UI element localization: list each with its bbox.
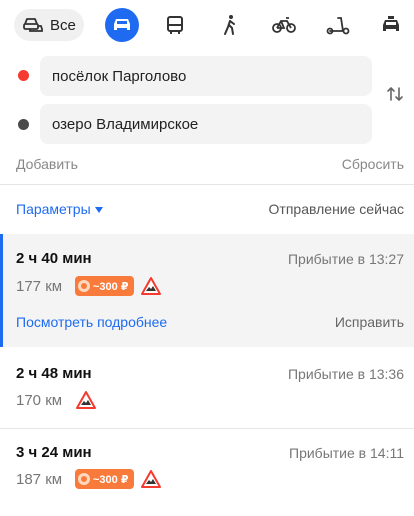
mode-all-label: Все bbox=[50, 16, 76, 34]
swap-button[interactable] bbox=[384, 84, 406, 108]
params-dropdown[interactable]: Параметры bbox=[16, 201, 103, 217]
mode-walk-button[interactable] bbox=[213, 9, 247, 41]
add-waypoint-button[interactable]: Добавить bbox=[16, 156, 78, 172]
route-card-3[interactable]: 3 ч 24 мин Прибытие в 14:11 187 км ~300 … bbox=[0, 429, 414, 516]
walk-icon bbox=[222, 14, 238, 36]
route-card-2[interactable]: 2 ч 48 мин Прибытие в 13:36 170 км bbox=[0, 348, 414, 428]
route-badges bbox=[75, 390, 97, 410]
to-input[interactable] bbox=[40, 104, 372, 144]
end-point-dot bbox=[18, 119, 29, 130]
route-arrival: Прибытие в 13:27 bbox=[287, 251, 404, 267]
route-badges: ~300 ₽ bbox=[75, 469, 162, 489]
toll-price: ~300 ₽ bbox=[93, 280, 129, 293]
transport-mode-bar: Все bbox=[0, 0, 414, 50]
departure-time-button[interactable]: Отправление сейчас bbox=[269, 201, 404, 217]
road-warning-icon bbox=[140, 276, 162, 296]
route-card-1[interactable]: 2 ч 40 мин Прибытие в 13:27 177 км ~300 … bbox=[0, 234, 414, 347]
caret-down-icon bbox=[94, 207, 103, 213]
divider bbox=[0, 184, 414, 185]
mode-scooter-button[interactable] bbox=[321, 9, 355, 41]
route-distance: 170 км bbox=[16, 392, 63, 409]
road-warning-icon bbox=[75, 390, 97, 410]
params-label: Параметры bbox=[16, 201, 91, 217]
report-issue-link[interactable]: Исправить bbox=[335, 314, 404, 330]
road-warning-icon bbox=[140, 469, 162, 489]
reset-button[interactable]: Сбросить bbox=[342, 156, 404, 172]
car-icon bbox=[112, 17, 132, 33]
route-distance: 187 км bbox=[16, 471, 63, 488]
bike-icon bbox=[272, 16, 296, 34]
route-duration: 3 ч 24 мин bbox=[16, 444, 92, 461]
view-details-link[interactable]: Посмотреть подробнее bbox=[16, 314, 167, 330]
taxi-icon bbox=[381, 16, 401, 34]
route-duration: 2 ч 40 мин bbox=[16, 250, 92, 267]
from-input[interactable] bbox=[40, 56, 372, 96]
start-point-dot bbox=[18, 70, 29, 81]
coin-icon bbox=[78, 280, 90, 292]
route-duration: 2 ч 48 мин bbox=[16, 365, 92, 382]
coin-icon bbox=[78, 473, 90, 485]
mode-bus-button[interactable] bbox=[158, 9, 192, 41]
scooter-icon bbox=[326, 15, 350, 35]
swap-arrows-icon bbox=[386, 85, 404, 108]
route-distance: 177 км bbox=[16, 278, 63, 295]
route-arrival: Прибытие в 13:36 bbox=[287, 366, 404, 382]
route-badges: ~300 ₽ bbox=[75, 276, 162, 296]
bus-icon bbox=[166, 15, 184, 35]
mode-car-button[interactable] bbox=[105, 8, 139, 42]
cars-icon bbox=[22, 16, 44, 34]
mode-bike-button[interactable] bbox=[267, 9, 301, 41]
toll-price: ~300 ₽ bbox=[93, 473, 129, 486]
mode-taxi-button[interactable] bbox=[374, 9, 408, 41]
mode-all-button[interactable]: Все bbox=[14, 9, 84, 41]
route-arrival: Прибытие в 14:11 bbox=[289, 445, 404, 461]
toll-badge: ~300 ₽ bbox=[75, 469, 134, 489]
toll-badge: ~300 ₽ bbox=[75, 276, 134, 296]
